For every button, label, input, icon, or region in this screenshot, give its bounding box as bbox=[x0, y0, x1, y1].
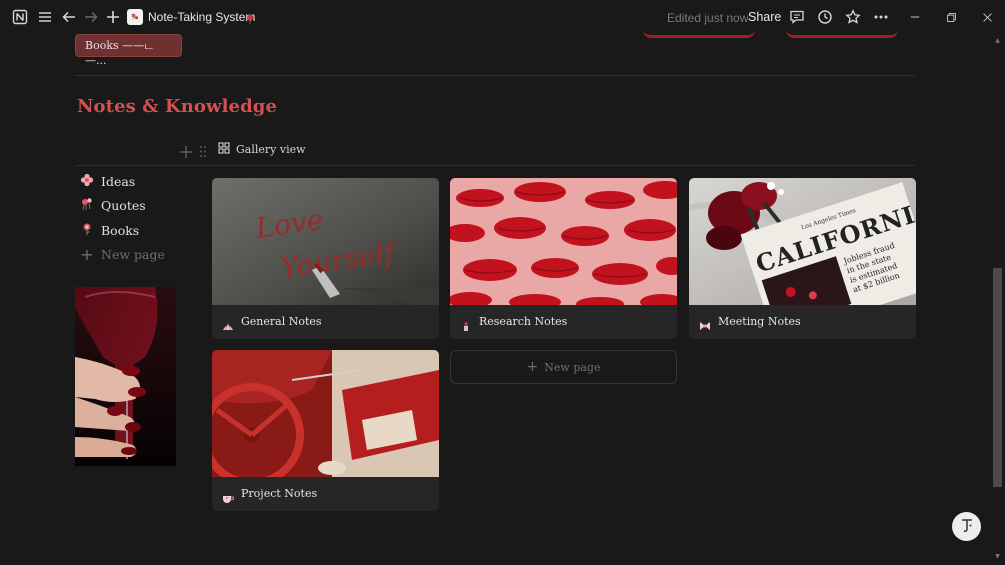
decorative-arc bbox=[786, 30, 898, 38]
scroll-down-arrow-icon[interactable]: ▼ bbox=[994, 554, 1001, 560]
wine-glass-image bbox=[75, 287, 176, 466]
card-title: Meeting Notes bbox=[718, 315, 801, 328]
lipstick-icon bbox=[460, 317, 472, 331]
tab-gallery-view[interactable]: Gallery view bbox=[218, 142, 306, 157]
scrollbar-thumb[interactable] bbox=[993, 268, 1002, 487]
star-icon[interactable] bbox=[845, 9, 861, 25]
shell-icon bbox=[222, 317, 234, 331]
gallery-card-research-notes[interactable]: Research Notes bbox=[450, 178, 677, 339]
restore-window-icon[interactable] bbox=[944, 10, 958, 24]
gallery-view-label: Gallery view bbox=[236, 143, 306, 156]
minimize-icon[interactable] bbox=[908, 10, 922, 24]
new-tab-plus-icon[interactable] bbox=[105, 9, 121, 25]
drag-handle-icon[interactable] bbox=[198, 143, 208, 157]
plus-icon: + bbox=[80, 245, 94, 265]
back-arrow-icon[interactable] bbox=[61, 9, 77, 25]
newspaper-cover-image: Los Angeles Times CALIFORNIA Jobless fra… bbox=[689, 178, 916, 305]
forward-arrow-icon[interactable] bbox=[83, 9, 99, 25]
new-page-button[interactable]: + New page bbox=[75, 243, 176, 268]
gallery-card-meeting-notes[interactable]: Los Angeles Times CALIFORNIA Jobless fra… bbox=[689, 178, 916, 339]
edited-status: Edited just now bbox=[667, 11, 749, 25]
gallery-grid-icon bbox=[218, 142, 230, 157]
new-page-label: New page bbox=[544, 360, 601, 374]
pink-flower-icon bbox=[80, 173, 94, 190]
bow-icon bbox=[699, 317, 711, 330]
list-item-label: Books bbox=[101, 222, 140, 238]
page-icon bbox=[127, 9, 143, 25]
new-page-label: New page bbox=[101, 247, 165, 263]
decorative-arc bbox=[643, 30, 755, 38]
notion-logo-icon[interactable] bbox=[12, 9, 28, 25]
share-button[interactable]: Share bbox=[748, 10, 781, 24]
close-window-icon[interactable] bbox=[980, 10, 994, 24]
more-options-icon[interactable] bbox=[873, 9, 889, 25]
comment-icon[interactable] bbox=[789, 9, 805, 25]
love-yourself-cover-image: Love Yourself bbox=[212, 178, 439, 305]
view-divider bbox=[75, 165, 915, 166]
card-title: General Notes bbox=[241, 315, 322, 328]
help-assistant-button[interactable] bbox=[952, 512, 981, 541]
books-button[interactable]: Books ——ட—... bbox=[75, 34, 182, 67]
list-item-ideas[interactable]: Ideas bbox=[75, 169, 176, 194]
gallery-card-project-notes[interactable]: Project Notes bbox=[212, 350, 439, 511]
divider bbox=[75, 75, 915, 76]
title-bar: Note-Taking System Edited just now Share bbox=[0, 0, 1005, 34]
list-item-books[interactable]: Books bbox=[75, 218, 176, 243]
gallery-card-general-notes[interactable]: Love Yourself General Notes bbox=[212, 178, 439, 339]
add-view-icon[interactable] bbox=[180, 143, 192, 158]
history-clock-icon[interactable] bbox=[817, 9, 833, 25]
list-item-label: Quotes bbox=[101, 198, 146, 214]
list-item-label: Ideas bbox=[101, 173, 136, 189]
red-car-interior-cover-image bbox=[212, 350, 439, 477]
rose-icon bbox=[246, 11, 254, 24]
rose-bouquet-icon bbox=[80, 197, 94, 214]
menu-icon[interactable] bbox=[37, 9, 53, 25]
gallery-new-page-button[interactable]: + New page bbox=[450, 350, 677, 384]
section-title: Notes & Knowledge bbox=[77, 96, 277, 117]
scroll-up-arrow-icon[interactable]: ▲ bbox=[994, 38, 1001, 44]
card-title: Research Notes bbox=[479, 315, 568, 328]
rose-icon bbox=[80, 222, 94, 239]
page-title[interactable]: Note-Taking System bbox=[148, 10, 255, 24]
plus-icon: + bbox=[526, 359, 539, 375]
teacup-icon bbox=[222, 489, 235, 503]
card-title: Project Notes bbox=[241, 487, 318, 500]
list-item-quotes[interactable]: Quotes bbox=[75, 194, 176, 219]
red-lips-cover-image bbox=[450, 178, 677, 305]
sub-pages-list: Ideas Quotes Books + New page bbox=[75, 168, 176, 267]
notion-ai-face-icon bbox=[958, 516, 976, 538]
